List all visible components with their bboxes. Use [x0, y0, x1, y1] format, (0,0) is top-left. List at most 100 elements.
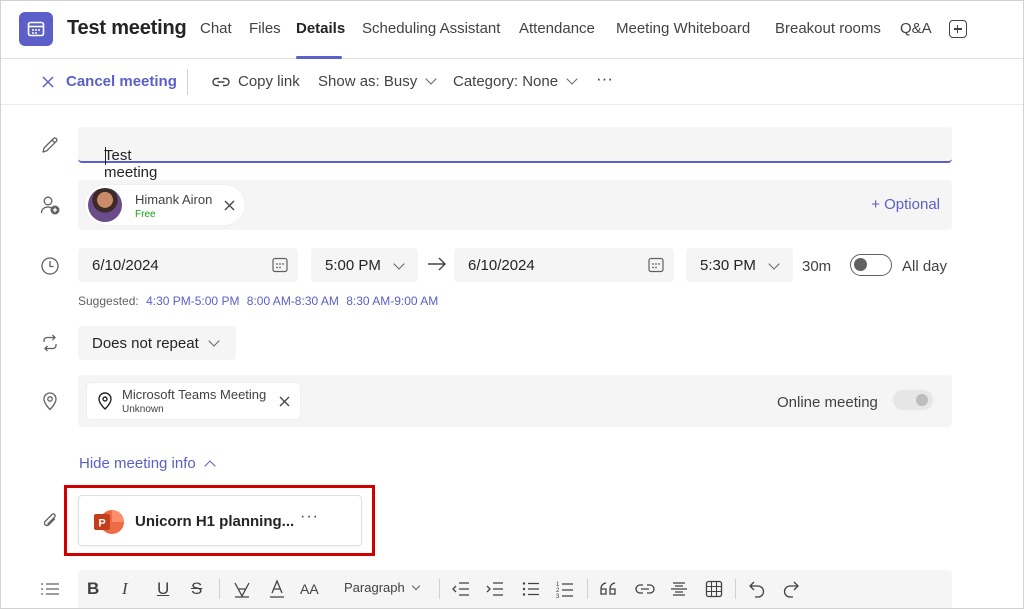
show-as-dropdown[interactable]: Show as: Busy — [318, 73, 437, 90]
chevron-down-icon — [566, 73, 578, 85]
meeting-details-window: Test meeting Chat Files Details Scheduli… — [0, 0, 1024, 609]
toolbar-divider — [439, 579, 440, 599]
meeting-header: Test meeting Chat Files Details Scheduli… — [1, 1, 1023, 59]
online-meeting-label: Online meeting — [777, 394, 878, 411]
powerpoint-file-icon: P — [94, 510, 124, 534]
add-people-icon — [39, 194, 61, 216]
attachment-more-button[interactable]: ··· — [300, 508, 319, 526]
more-options-button[interactable]: ··· — [596, 69, 613, 89]
text-caret — [105, 147, 106, 165]
end-time-value: 5:30 PM — [700, 257, 756, 274]
attendee-chip[interactable]: Himank Airon Free — [85, 185, 245, 225]
tab-qa[interactable]: Q&A — [900, 20, 932, 37]
svg-text:P: P — [98, 518, 105, 530]
chevron-down-icon — [411, 581, 420, 590]
location-chip[interactable]: Microsoft Teams Meeting Unknown — [87, 383, 300, 419]
location-pin-icon — [98, 392, 112, 410]
underline-button[interactable]: U — [157, 578, 169, 600]
toolbar-divider — [219, 579, 220, 599]
highlight-icon[interactable] — [232, 578, 252, 600]
end-date-picker[interactable]: 6/10/2024 — [454, 248, 674, 282]
attendees-field[interactable]: Himank Airon Free + Optional — [78, 180, 952, 230]
start-date-picker[interactable]: 6/10/2024 — [78, 248, 298, 282]
location-subtitle: Unknown — [122, 404, 164, 415]
suggestion-link[interactable]: 8:00 AM-8:30 AM — [247, 294, 339, 308]
toolbar-divider — [187, 69, 188, 95]
tab-files[interactable]: Files — [249, 20, 281, 37]
quote-icon[interactable] — [600, 578, 618, 600]
end-time-dropdown[interactable]: 5:30 PM — [686, 248, 793, 282]
category-label: Category: None — [453, 73, 559, 90]
repeat-dropdown[interactable]: Does not repeat — [78, 326, 236, 360]
horizontal-rule-icon[interactable] — [670, 578, 688, 600]
toggle-knob — [854, 258, 867, 271]
attendee-status: Free — [135, 209, 156, 220]
toolbar-divider — [735, 579, 736, 599]
end-date-value: 6/10/2024 — [468, 257, 535, 274]
insert-link-icon[interactable] — [635, 578, 655, 600]
decrease-indent-icon[interactable] — [452, 578, 470, 600]
svg-text:3: 3 — [556, 594, 560, 598]
strikethrough-button[interactable]: S — [191, 578, 202, 600]
increase-indent-icon[interactable] — [486, 578, 504, 600]
numbered-list-icon[interactable]: 123 — [556, 578, 574, 600]
format-list-icon — [39, 578, 61, 600]
online-meeting-toggle[interactable] — [893, 390, 933, 410]
attachment-file-name: Unicorn H1 planning... — [135, 513, 295, 530]
all-day-toggle[interactable] — [850, 254, 892, 276]
meeting-title-input[interactable]: Test meeting — [78, 127, 952, 181]
location-pin-icon — [39, 390, 61, 412]
tab-breakout-rooms[interactable]: Breakout rooms — [775, 20, 881, 37]
close-icon — [42, 75, 54, 88]
bold-button[interactable]: B — [87, 578, 99, 600]
meeting-duration: 30m — [802, 258, 832, 275]
font-color-icon[interactable] — [268, 578, 286, 600]
remove-attendee-icon[interactable] — [224, 200, 235, 211]
attachment-icon — [39, 510, 61, 532]
copy-link-button[interactable]: Copy link — [212, 73, 300, 90]
hide-meeting-info-button[interactable]: Hide meeting info — [79, 455, 216, 472]
tab-meeting-whiteboard[interactable]: Meeting Whiteboard — [616, 20, 750, 37]
toolbar-divider — [587, 579, 588, 599]
avatar — [88, 188, 122, 222]
paragraph-style-label: Paragraph — [344, 580, 405, 595]
suggestion-link[interactable]: 4:30 PM-5:00 PM — [146, 294, 239, 308]
redo-icon[interactable] — [782, 578, 800, 600]
cancel-meeting-label: Cancel meeting — [66, 73, 177, 90]
chevron-down-icon — [768, 258, 780, 270]
suggestion-link[interactable]: 8:30 AM-9:00 AM — [346, 294, 438, 308]
start-time-value: 5:00 PM — [325, 257, 381, 274]
attachment-file-card[interactable]: P Unicorn H1 planning... ··· — [78, 495, 362, 546]
tab-attendance[interactable]: Attendance — [519, 20, 595, 37]
add-optional-attendees-button[interactable]: + Optional — [871, 196, 940, 213]
calendar-app-icon — [19, 12, 53, 46]
category-dropdown[interactable]: Category: None — [453, 73, 578, 90]
font-size-button[interactable]: AA — [300, 578, 319, 600]
toggle-knob — [916, 394, 928, 406]
repeat-icon — [39, 332, 61, 354]
chevron-up-icon — [204, 460, 216, 472]
add-tab-icon[interactable] — [949, 20, 967, 38]
all-day-label: All day — [902, 258, 948, 275]
cancel-meeting-button[interactable]: Cancel meeting — [41, 73, 177, 90]
link-icon — [212, 77, 230, 86]
tab-scheduling-assistant[interactable]: Scheduling Assistant — [362, 20, 500, 37]
bulleted-list-icon[interactable] — [522, 578, 540, 600]
location-name: Microsoft Teams Meeting — [122, 387, 267, 402]
tab-details[interactable]: Details — [296, 20, 345, 37]
italic-button[interactable]: I — [122, 578, 128, 600]
start-time-dropdown[interactable]: 5:00 PM — [311, 248, 418, 282]
chevron-down-icon — [208, 335, 220, 347]
arrow-right-icon — [428, 257, 446, 271]
paragraph-style-dropdown[interactable]: Paragraph — [344, 580, 420, 595]
remove-location-icon[interactable] — [279, 396, 290, 407]
start-date-value: 6/10/2024 — [92, 257, 159, 274]
chevron-down-icon — [425, 73, 437, 85]
edit-pencil-icon — [39, 134, 61, 156]
insert-table-icon[interactable] — [705, 578, 723, 600]
show-as-label: Show as: Busy — [318, 73, 418, 90]
hide-meeting-info-label: Hide meeting info — [79, 455, 196, 472]
undo-icon[interactable] — [748, 578, 766, 600]
attendee-name: Himank Airon — [135, 192, 213, 207]
tab-chat[interactable]: Chat — [200, 20, 232, 37]
